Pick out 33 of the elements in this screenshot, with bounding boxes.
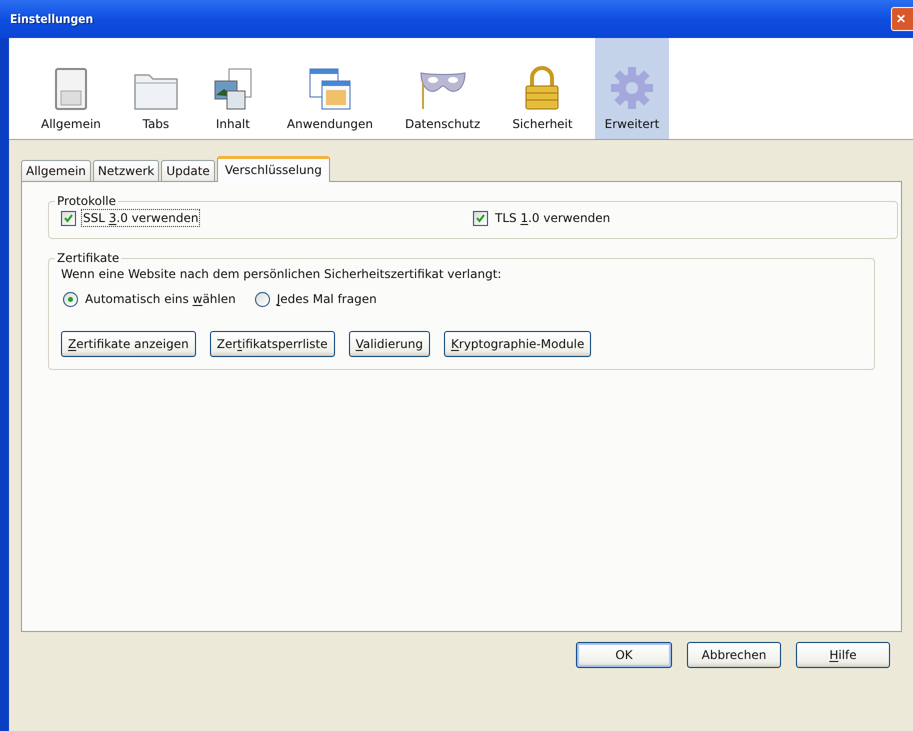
toolbar-item[interactable]: Datenschutz: [394, 38, 490, 139]
checkbox[interactable]: [61, 210, 76, 226]
toolbar-item[interactable]: Anwendungen: [276, 38, 383, 139]
checkbox-label[interactable]: SSL 3.0 verwenden: [82, 210, 200, 226]
toolbar-item[interactable]: Allgemein: [31, 38, 111, 139]
toolbar-item[interactable]: Erweitert: [594, 38, 670, 139]
gear-icon: [609, 65, 655, 111]
radio-label[interactable]: Automatisch eins wählen: [84, 291, 237, 307]
dialog-button[interactable]: OK: [576, 642, 672, 668]
toolbar-item[interactable]: Inhalt: [200, 38, 265, 139]
window-title: Einstellungen: [10, 12, 94, 26]
tab[interactable]: Allgemein: [21, 160, 91, 181]
switch-icon: [54, 67, 88, 111]
group-title: Protokolle: [56, 194, 117, 208]
radio-label[interactable]: Jedes Mal fragen: [276, 291, 378, 307]
certificate-button[interactable]: Zertifikatsperrliste: [210, 331, 335, 357]
radio-button[interactable]: [63, 292, 78, 306]
group-title: Zertifikate: [56, 251, 120, 265]
checkbox-label[interactable]: TLS 1.0 verwenden: [494, 210, 612, 226]
toolbar-item[interactable]: Tabs: [122, 38, 189, 139]
prompt-text: Wenn eine Website nach dem persönlichen Sicherheitszertifikat verlangt:: [61, 267, 502, 281]
checkbox[interactable]: [473, 210, 488, 226]
close-button[interactable]: ✕: [891, 7, 913, 31]
certificate-button[interactable]: Zertifikate anzeigen: [61, 331, 196, 357]
certificate-button[interactable]: Kryptographie-Module: [444, 331, 592, 357]
toolbar-item[interactable]: Sicherheit: [502, 38, 583, 139]
certificate-button[interactable]: Validierung: [348, 331, 430, 357]
tab[interactable]: Netzwerk: [92, 160, 160, 181]
tab[interactable]: Update: [161, 160, 215, 181]
radio-button[interactable]: [254, 292, 270, 306]
dialog-button[interactable]: Abbrechen: [687, 642, 781, 668]
tab[interactable]: Verschlüsselung: [216, 156, 330, 182]
dialog-button[interactable]: Hilfe: [796, 642, 890, 668]
